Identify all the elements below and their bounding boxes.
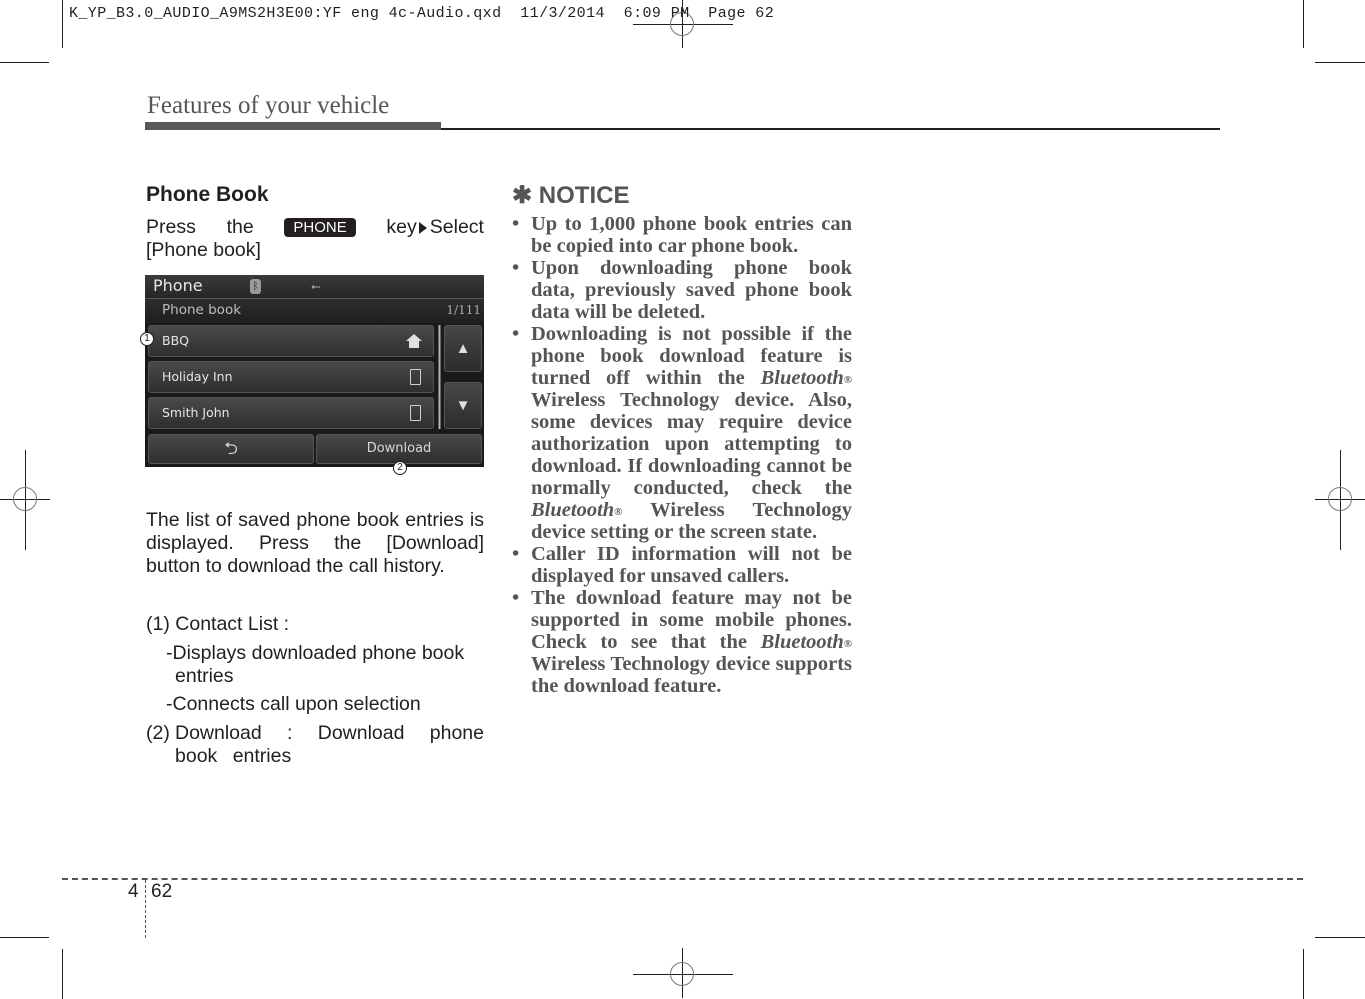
instruction-key-select: key Select <box>386 216 484 239</box>
crop-mark <box>1315 62 1365 63</box>
home-icon <box>406 334 422 349</box>
footer-divider <box>145 880 146 938</box>
list-item-download: (2) Download : Download phone book entri… <box>146 722 484 768</box>
screen-subtitle: Phone book <box>162 302 242 318</box>
scrollbar[interactable] <box>438 325 441 429</box>
list-item-label: Download : Download phone book entries <box>175 722 484 767</box>
crop-mark <box>1315 937 1365 938</box>
notice-title: NOTICE <box>538 182 630 209</box>
contact-row[interactable]: Holiday Inn <box>148 361 434 393</box>
callout-2: 2 <box>393 461 407 475</box>
instruction-select: Select <box>429 216 484 238</box>
section-title: Features of your vehicle <box>147 92 390 119</box>
notice-bullet: • The download feature may not be suppor… <box>512 587 852 697</box>
arrow-right-icon <box>418 221 427 234</box>
list-item-number: (2) <box>146 722 170 744</box>
instruction-line: Press the PHONE key Select <box>146 216 484 239</box>
notice-text: Wireless Technology device supports the … <box>531 653 852 697</box>
notice-text: Wireless Technology device. Also, some d… <box>531 389 852 499</box>
notice-list: • Up to 1,000 phone book entries can be … <box>512 213 852 697</box>
bluetooth-brand: Bluetooth <box>531 499 615 521</box>
page-count: 1/111 <box>446 303 481 317</box>
list-item-contact-list: (1) Contact List : <box>146 613 484 636</box>
bullet-icon: • <box>512 543 520 565</box>
list-item-label: Contact List : <box>175 613 290 635</box>
notice-text: Upon downloading phone book data, previo… <box>531 257 852 323</box>
footer-rule <box>62 878 1303 880</box>
file-slug: K_YP_B3.0_AUDIO_A9MS2H3E00:YF eng 4c-Aud… <box>69 5 775 22</box>
bluetooth-brand: Bluetooth <box>760 367 844 389</box>
contact-name: BBQ <box>162 333 189 348</box>
crop-mark <box>1303 949 1304 999</box>
crop-mark <box>62 0 63 48</box>
usb-icon: ⭠ <box>311 279 321 293</box>
mobile-phone-icon <box>410 405 421 421</box>
back-icon: ⮌ <box>224 439 238 459</box>
scroll-up-button[interactable]: ▲ <box>444 325 482 372</box>
bluetooth-icon: ᛒ <box>250 279 261 294</box>
contact-row[interactable]: Smith John <box>148 397 434 429</box>
contact-name: Smith John <box>162 405 230 420</box>
contact-name: Holiday Inn <box>162 369 233 384</box>
instruction-press: Press <box>146 216 196 238</box>
header-rule <box>441 128 1220 130</box>
phone-key-badge: PHONE <box>284 218 356 237</box>
notice-bullet: • Up to 1,000 phone book entries can be … <box>512 213 852 257</box>
phone-screen: Phone ᛒ ⭠ Phone book 1/111 BBQ Holiday I… <box>145 275 484 467</box>
list-subitem: -Displays downloaded phone book entries <box>166 642 465 687</box>
back-button[interactable]: ⮌ <box>148 434 314 464</box>
screen-title: Phone <box>153 276 203 295</box>
registered-mark: ® <box>843 638 852 650</box>
notice-bullet: • Caller ID information will not be disp… <box>512 543 852 587</box>
crop-mark <box>1303 0 1304 48</box>
list-subitem: -Connects call upon selection <box>166 693 421 715</box>
scroll-down-button[interactable]: ▼ <box>444 382 482 429</box>
instruction-the: the <box>226 216 254 238</box>
screen-top-bar: Phone ᛒ ⭠ <box>145 275 484 299</box>
asterisk-icon: ✱ <box>512 182 533 209</box>
description-paragraph: The list of saved phone book entries is … <box>146 509 484 577</box>
download-button[interactable]: Download <box>316 434 482 464</box>
crop-mark <box>62 949 63 999</box>
notice-text: Caller ID information will not be displa… <box>531 543 852 587</box>
instruction-target: [Phone book] <box>146 239 261 261</box>
notice-bullet: • Downloading is not possible if the pho… <box>512 323 852 543</box>
contact-row[interactable]: BBQ <box>148 325 434 357</box>
bullet-icon: • <box>512 323 520 345</box>
screen-subtitle-bar: Phone book 1/111 <box>145 299 484 323</box>
chapter-number: 4 <box>128 881 139 902</box>
mobile-phone-icon <box>410 369 421 385</box>
header-bar <box>145 122 441 130</box>
crop-mark <box>0 62 49 63</box>
phone-book-heading: Phone Book <box>146 183 269 206</box>
crop-mark <box>0 937 49 938</box>
bullet-icon: • <box>512 257 520 279</box>
bluetooth-brand: Bluetooth <box>760 631 844 653</box>
notice-heading: ✱ NOTICE <box>512 181 629 210</box>
instruction-key: key <box>386 216 417 238</box>
callout-1: 1 <box>140 332 154 346</box>
registered-mark: ® <box>614 506 623 518</box>
page-number: 62 <box>151 881 173 902</box>
registered-mark: ® <box>843 374 852 386</box>
notice-bullet: • Upon downloading phone book data, prev… <box>512 257 852 323</box>
notice-text: Up to 1,000 phone book entries can be co… <box>531 213 852 257</box>
list-item-number: (1) <box>146 613 170 635</box>
bullet-icon: • <box>512 587 520 609</box>
bullet-icon: • <box>512 213 520 235</box>
